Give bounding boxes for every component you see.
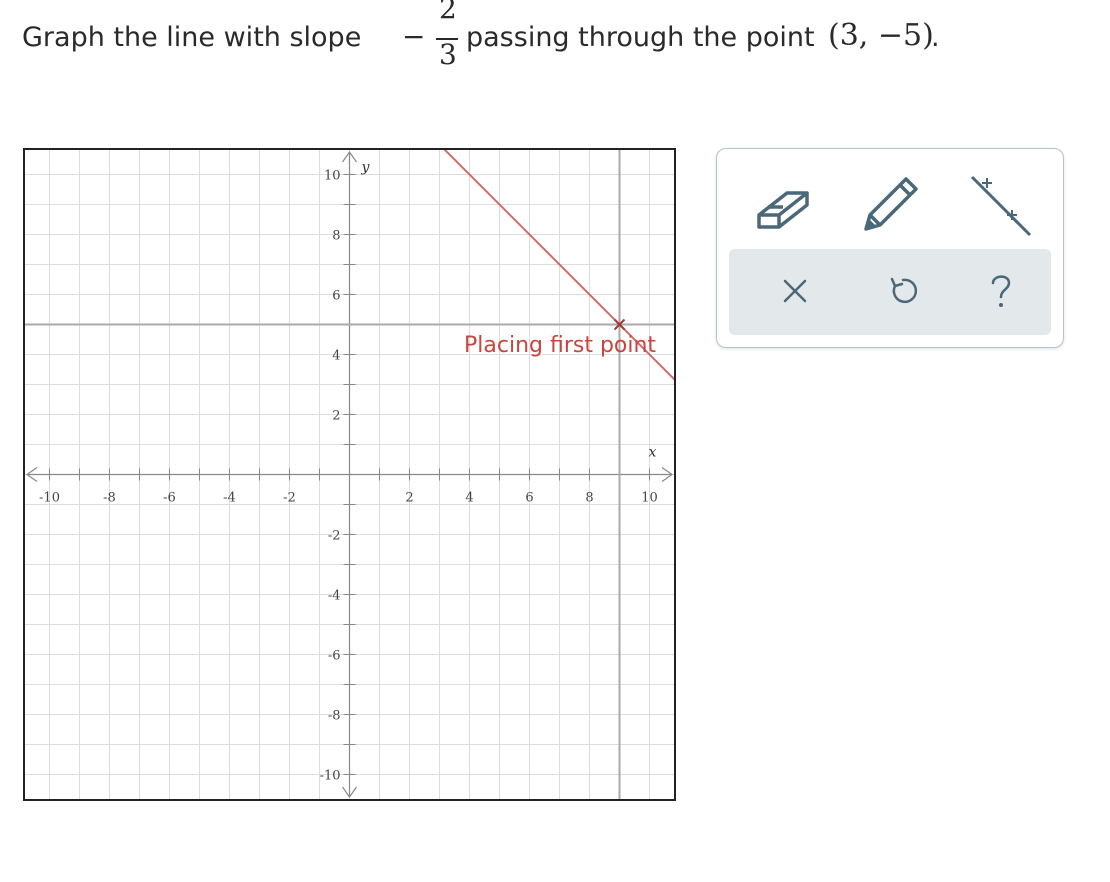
y-axis-label: y — [361, 160, 371, 176]
question-point: (3, −5) — [828, 18, 934, 53]
line-tool-button[interactable] — [962, 169, 1042, 239]
y-tick-label: -2 — [328, 529, 341, 544]
close-icon — [783, 279, 807, 303]
question-suffix: . — [931, 22, 940, 53]
y-tick-label: -8 — [328, 709, 341, 724]
x-tick-label: -2 — [283, 491, 296, 506]
help-button[interactable] — [971, 261, 1031, 321]
slope-sign: − — [402, 20, 426, 53]
pencil-tool-button[interactable] — [852, 169, 932, 239]
x-tick-label: 6 — [525, 491, 533, 506]
question-prefix: Graph the line with slope — [22, 22, 362, 53]
question-text: Graph the line with slope − 2 3 passing … — [22, 0, 1022, 80]
x-tick-label: -8 — [103, 491, 116, 506]
question-middle: passing through the point — [466, 22, 815, 53]
x-tick-label: -10 — [39, 491, 60, 506]
coordinate-plane[interactable]: -10 -8 -6 -4 -2 2 4 6 8 10 10 8 6 4 2 -2 -4 -6 -8 -10 x y — [23, 148, 676, 801]
x-tick-label: 10 — [641, 491, 658, 506]
y-tick-label: -10 — [320, 769, 341, 784]
y-tick-label: 8 — [332, 229, 340, 244]
eraser-icon — [757, 191, 809, 229]
action-row — [729, 249, 1051, 335]
slope-fraction: − 2 3 — [402, 0, 472, 80]
x-tick-label: 4 — [465, 491, 473, 506]
y-tick-label: -4 — [328, 589, 341, 604]
x-tick-label: -4 — [223, 491, 236, 506]
slope-numerator: 2 — [439, 0, 457, 25]
x-tick-label: 2 — [405, 491, 413, 506]
y-tick-label: 2 — [332, 409, 340, 424]
pencil-icon — [864, 177, 918, 231]
y-tick-label: 6 — [332, 289, 340, 304]
undo-icon — [890, 277, 918, 304]
undo-button[interactable] — [873, 261, 933, 321]
eraser-tool-button[interactable] — [745, 169, 825, 239]
y-tick-label: 4 — [332, 349, 340, 364]
clear-button[interactable] — [765, 261, 825, 321]
graph-toolbox — [716, 148, 1064, 348]
status-label: Placing first point — [464, 333, 657, 358]
x-tick-label: -6 — [163, 491, 176, 506]
x-axis-label: x — [649, 445, 657, 461]
slope-denominator: 3 — [439, 38, 457, 71]
graph-canvas[interactable]: -10 -8 -6 -4 -2 2 4 6 8 10 10 8 6 4 2 -2 -4 -6 -8 -10 x y Pla… — [23, 148, 676, 801]
y-tick-label: -6 — [328, 649, 341, 664]
help-icon — [991, 275, 1011, 307]
y-tick-label: 10 — [324, 169, 341, 184]
x-tick-label: 8 — [585, 491, 593, 506]
line-tool-icon — [970, 175, 1032, 237]
